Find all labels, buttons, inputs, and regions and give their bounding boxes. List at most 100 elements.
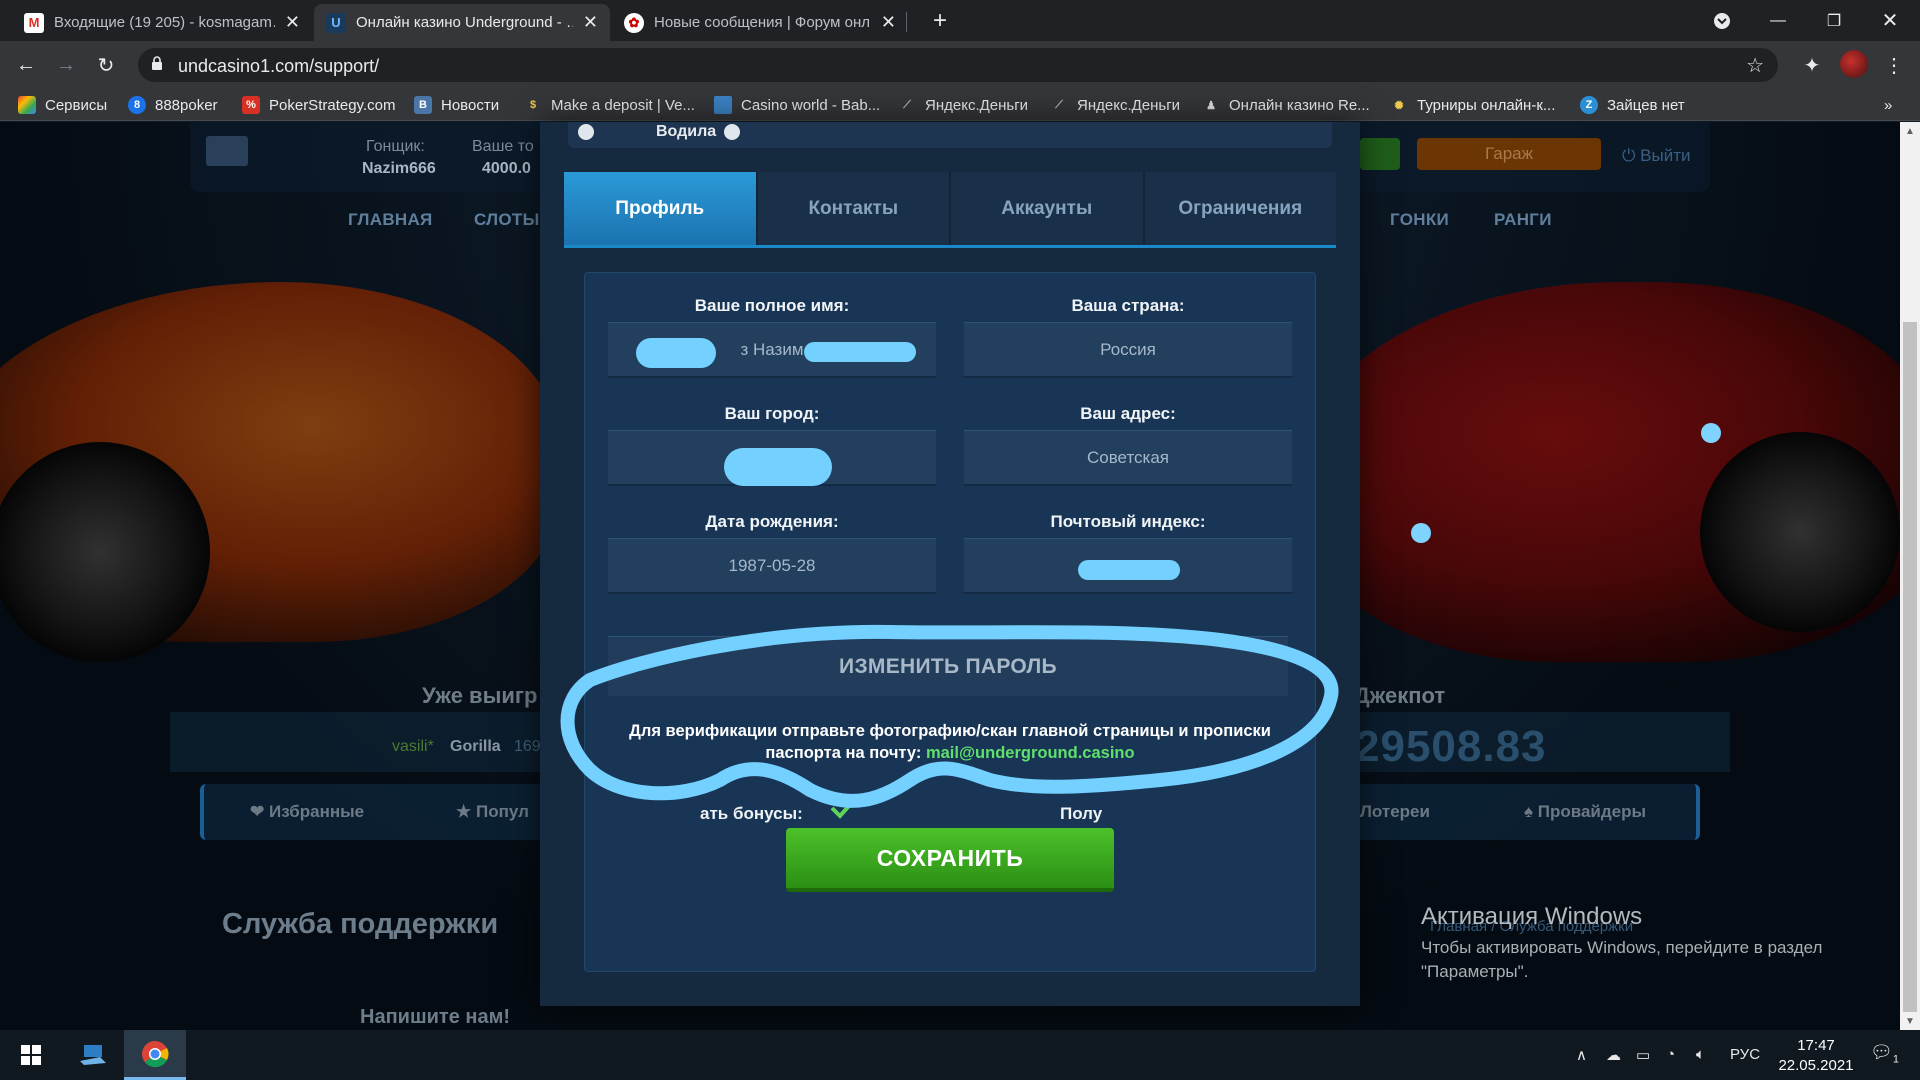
clock-time: 17:47 [1797, 1037, 1835, 1054]
bookmark-news[interactable]: В Новости [414, 94, 499, 116]
winner-amount: 169 [514, 738, 541, 755]
new-tab-button[interactable]: + [925, 6, 955, 36]
tab-underground[interactable]: U Онлайн казино Underground - … ✕ [314, 4, 610, 41]
page-scrollbar[interactable]: ▲ ▼ [1900, 122, 1920, 1030]
tray-chevron-icon[interactable]: ∧ [1576, 1046, 1587, 1064]
save-button[interactable]: СОХРАНИТЬ [786, 828, 1114, 892]
tab-title: Онлайн казино Underground - … [356, 14, 573, 31]
windows-start-icon[interactable] [0, 1030, 62, 1080]
tab-divider [906, 12, 907, 32]
nav-races[interactable]: ГОНКИ [1390, 210, 1449, 230]
winner-game: Gorilla [450, 738, 501, 755]
minimize-button[interactable]: — [1750, 0, 1806, 41]
yandex-money-icon: ⟋ [903, 98, 911, 111]
country-label: Ваша страна: [1071, 296, 1185, 315]
nav-main[interactable]: ГЛАВНАЯ [348, 210, 433, 230]
star-icon: ★ [456, 802, 472, 821]
poker-chip-icon: 8 [128, 96, 146, 114]
country-input[interactable]: Россия [964, 322, 1292, 378]
category-popular[interactable]: ★ Попул [456, 802, 529, 822]
rank-radio-right[interactable] [724, 124, 740, 140]
category-providers[interactable]: ♠ Провайдеры [1524, 802, 1646, 822]
url-text: undcasino1.com/support/ [178, 56, 380, 76]
profile-avatar[interactable] [1840, 50, 1868, 78]
tab-gmail[interactable]: M Входящие (19 205) - kosmagam… ✕ [12, 4, 312, 41]
bonus-label-right: Полу [1060, 804, 1103, 823]
profile-modal: Водила Профиль Контакты Аккаунты Огранич… [540, 122, 1360, 1006]
city-label: Ваш город: [724, 404, 820, 423]
bookmark-888poker[interactable]: 8 888poker [128, 94, 218, 116]
rank-radio-left[interactable] [578, 124, 594, 140]
postal-code-label: Почтовый индекс: [1050, 512, 1206, 531]
taskbar-app-icon[interactable] [62, 1030, 124, 1080]
extensions-icon[interactable]: ✦ [1798, 51, 1826, 79]
scrollbar-thumb[interactable] [1903, 322, 1917, 1012]
driver-rank-label: Водила [656, 123, 717, 140]
tab-profile[interactable]: Профиль [564, 172, 758, 245]
category-favorites[interactable]: ❤ Избранные [250, 802, 364, 822]
exit-link[interactable]: ⏻ Выйти [1622, 146, 1691, 166]
notification-icon[interactable]: 💬︎1 [1870, 1042, 1899, 1066]
bookmarks-bar: Сервисы 8 888poker % PokerStrategy.com В Но… [0, 88, 1920, 121]
volume-icon[interactable]: 🔈︎ [1696, 1046, 1705, 1063]
onedrive-icon[interactable]: ☁ [1606, 1046, 1621, 1064]
bookmark-yandex-money-2[interactable]: ⟋ Яндекс.Деньги [1050, 94, 1180, 116]
scroll-down-icon[interactable]: ▼ [1900, 1012, 1920, 1030]
bookmark-zaitsev[interactable]: Z Зайцев нет [1580, 94, 1685, 116]
nav-ranks[interactable]: РАНГИ [1494, 210, 1552, 230]
close-icon[interactable]: ✕ [583, 12, 598, 33]
menu-icon[interactable]: ⋮ [1880, 51, 1908, 79]
uk-flag-icon[interactable] [206, 136, 248, 166]
tab-restrictions[interactable]: Ограничения [1144, 172, 1336, 245]
bookmarks-overflow[interactable]: » [1884, 94, 1892, 116]
scribble-dot [1701, 423, 1721, 443]
bookmark-star-icon[interactable]: ☆ [1746, 53, 1764, 78]
address-input[interactable]: Советская [964, 430, 1292, 486]
already-won-heading: Уже выигр [422, 683, 538, 708]
bookmark-casino-world[interactable]: Casino world - Bab... [714, 94, 880, 116]
close-window-button[interactable]: ✕ [1862, 0, 1918, 41]
birth-date-input[interactable]: 1987-05-28 [608, 538, 936, 594]
bonus-label-left: ать бонусы: [700, 804, 803, 823]
bookmark-tournaments[interactable]: ✺ Турниры онлайн-к... [1390, 94, 1555, 116]
battery-icon[interactable]: ▭ [1636, 1046, 1650, 1064]
windows-taskbar: ∧ ☁ ▭ ◔ 🔈︎ РУС 17:47 22.05.2021 💬︎1 [0, 1030, 1920, 1080]
bookmark-services[interactable]: Сервисы [18, 94, 107, 116]
tab-forum[interactable]: ✿ Новые сообщения | Форум онл… ✕ [612, 4, 908, 41]
garage-button[interactable]: Гараж [1417, 138, 1601, 170]
bookmark-online-casino[interactable]: ♟ Онлайн казино Re... [1202, 94, 1370, 116]
redaction-scribble [1078, 560, 1180, 580]
nav-slots[interactable]: СЛОТЫ [474, 210, 540, 230]
wifi-icon[interactable]: ◔ [1666, 1046, 1675, 1063]
windows-activation-title: Активация Windows [1421, 903, 1643, 930]
tab-contacts[interactable]: Контакты [757, 172, 951, 245]
bookmark-deposit[interactable]: $ Make a deposit | Ve... [524, 94, 695, 116]
category-lotteries[interactable]: Лотереи [1360, 802, 1430, 822]
restore-button[interactable]: ❐ [1806, 0, 1862, 41]
tab-accounts[interactable]: Аккаунты [951, 172, 1145, 245]
bookmark-yandex-money-1[interactable]: ⟋ Яндекс.Деньги [898, 94, 1028, 116]
tab-search-icon[interactable] [1694, 0, 1750, 41]
lock-icon [152, 56, 162, 70]
verification-email-link[interactable]: mail@underground.casino [926, 744, 1135, 762]
reload-icon[interactable]: ↻ [92, 51, 120, 79]
deposit-button[interactable] [1360, 138, 1400, 170]
bookmark-pokerstrategy[interactable]: % PokerStrategy.com [242, 94, 395, 116]
scroll-up-icon[interactable]: ▲ [1900, 122, 1920, 140]
checkmark-icon[interactable] [829, 794, 859, 820]
close-icon[interactable]: ✕ [285, 12, 300, 33]
clock-date: 22.05.2021 [1778, 1057, 1854, 1074]
back-icon[interactable]: ← [12, 51, 40, 79]
chrome-icon[interactable] [124, 1030, 186, 1080]
language-indicator[interactable]: РУС [1730, 1046, 1760, 1063]
address-label: Ваш адрес: [1080, 404, 1176, 423]
balance-label: Ваше то [472, 138, 534, 155]
omnibox[interactable]: undcasino1.com/support/ ☆ [138, 48, 1778, 82]
forward-icon[interactable]: → [52, 51, 80, 79]
change-password-button[interactable]: ИЗМЕНИТЬ ПАРОЛЬ [608, 636, 1288, 696]
support-title: Служба поддержки [222, 908, 499, 940]
forum-icon: ✿ [624, 12, 644, 33]
clock[interactable]: 17:47 22.05.2021 [1770, 1036, 1862, 1076]
spade-icon: ♠ [1524, 802, 1534, 821]
close-icon[interactable]: ✕ [881, 12, 896, 33]
